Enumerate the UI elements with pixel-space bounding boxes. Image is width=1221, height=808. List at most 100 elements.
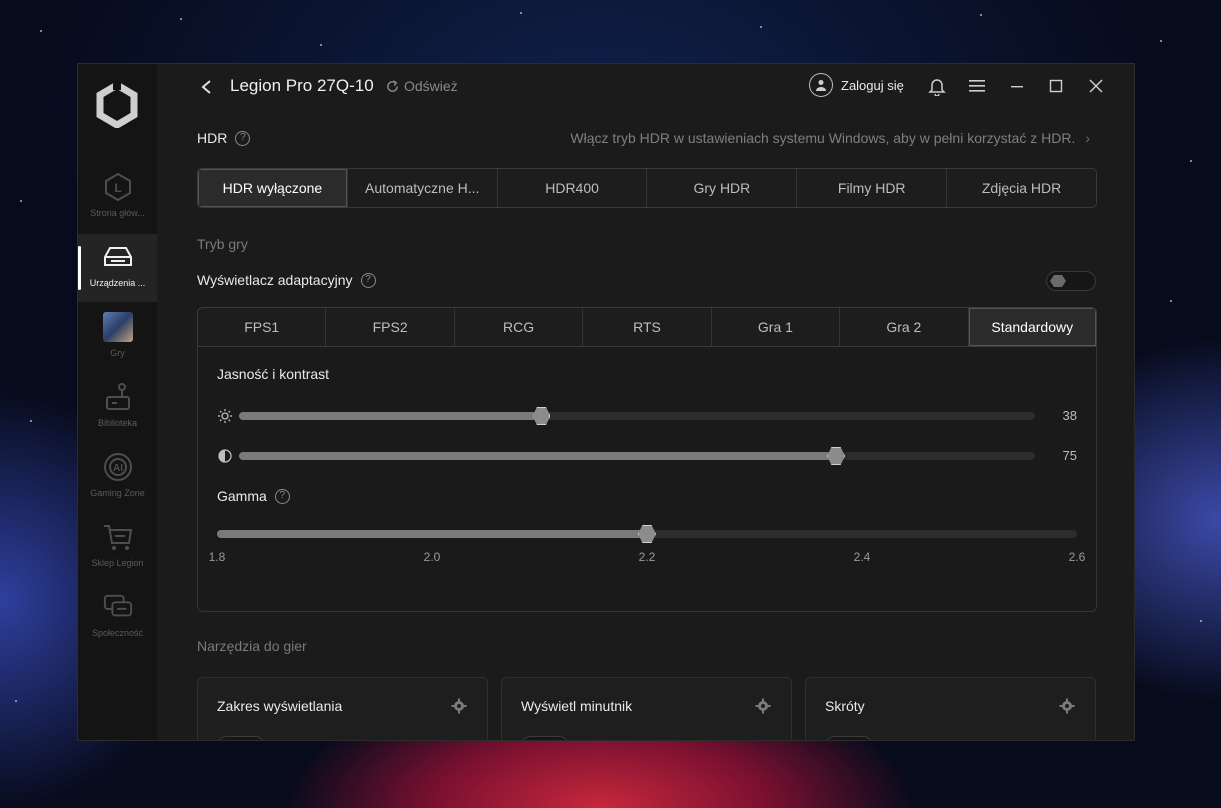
sidebar-item-label: Strona głów... [90, 208, 145, 218]
refresh-button[interactable]: Odśwież [385, 78, 458, 94]
help-icon[interactable]: ? [360, 272, 376, 288]
gamma-tick: 2.4 [853, 550, 871, 564]
contrast-thumb[interactable] [827, 447, 845, 465]
hdr-option-hdr400[interactable]: HDR400 [498, 169, 648, 207]
games-thumbnail [102, 312, 133, 342]
mode-game1[interactable]: Gra 1 [712, 308, 841, 346]
bell-icon [928, 79, 946, 96]
gamma-tick: 2.0 [423, 550, 441, 564]
gear-icon[interactable] [755, 698, 771, 714]
title-bar: Legion Pro 27Q-10 Odśwież Zaloguj się [157, 64, 1134, 110]
game-mode-section-label: Tryb gry [197, 236, 248, 252]
hdr-option-off[interactable]: HDR wyłączone [198, 169, 348, 207]
brightness-value: 38 [1062, 408, 1077, 423]
sidebar-item-label: Gry [110, 348, 125, 358]
brightness-contrast-title: Jasność i kontrast [217, 366, 330, 382]
device-icon [103, 242, 133, 272]
maximize-icon [1049, 79, 1063, 93]
tool-card-timer: Wyświetl minutnik [501, 677, 792, 740]
mode-standard[interactable]: Standardowy [968, 308, 1096, 346]
gear-icon[interactable] [1059, 698, 1075, 714]
joystick-icon [103, 382, 133, 412]
ai-icon: AI [103, 452, 133, 482]
minimize-button[interactable] [1006, 75, 1028, 97]
sidebar-item-label: Urządzenia ... [89, 278, 146, 288]
close-button[interactable] [1085, 75, 1107, 97]
sidebar-item-label: Sklep Legion [91, 558, 144, 568]
user-icon [809, 73, 833, 97]
hdr-note-text: Włącz tryb HDR w ustawieniach systemu Wi… [570, 130, 1076, 146]
menu-button[interactable] [966, 75, 988, 97]
brightness-slider[interactable] [239, 407, 1035, 425]
mode-fps1[interactable]: FPS1 [198, 308, 327, 346]
adaptive-display-row: Wyświetlacz adaptacyjny ? [197, 272, 376, 288]
adaptive-display-toggle[interactable] [1046, 271, 1096, 291]
back-button[interactable] [197, 77, 217, 97]
gamma-fill [217, 530, 647, 538]
hdr-option-photos[interactable]: Zdjęcia HDR [947, 169, 1096, 207]
tool-card-title: Zakres wyświetlania [217, 698, 343, 714]
main-content: Legion Pro 27Q-10 Odśwież Zaloguj się HD… [157, 64, 1134, 740]
tool-card-title: Wyświetl minutnik [521, 698, 633, 714]
hdr-option-games[interactable]: Gry HDR [647, 169, 798, 207]
maximize-button[interactable] [1045, 75, 1067, 97]
sidebar-item-label: Gaming Zone [90, 488, 145, 498]
app-window: L Strona głów... Urządzenia ... Gry Bibl… [77, 63, 1135, 741]
hdr-option-movies[interactable]: Filmy HDR [797, 169, 948, 207]
sidebar-item-home[interactable]: L Strona głów... [78, 164, 157, 232]
gear-icon[interactable] [451, 698, 467, 714]
hdr-label: HDR [197, 130, 228, 146]
contrast-slider[interactable] [239, 447, 1035, 465]
contrast-value: 75 [1062, 448, 1077, 463]
sun-icon [217, 408, 233, 424]
gamma-tick: 2.6 [1068, 550, 1086, 564]
hdr-option-auto[interactable]: Automatyczne H... [348, 169, 498, 207]
tool-card-title: Skróty [825, 698, 865, 714]
gamma-slider[interactable] [217, 525, 1077, 543]
contrast-icon [217, 448, 233, 464]
sidebar-item-community[interactable]: Społeczność [78, 584, 157, 652]
sidebar-item-label: Społeczność [91, 628, 144, 638]
svg-text:AI: AI [113, 463, 123, 474]
shortcuts-toggle[interactable] [825, 736, 873, 740]
home-l-icon: L [103, 172, 133, 202]
help-icon[interactable]: ? [274, 488, 290, 504]
chat-icon [103, 592, 133, 622]
mode-rcg[interactable]: RCG [455, 308, 584, 346]
brightness-thumb[interactable] [532, 407, 551, 425]
sidebar-item-label: Biblioteka [97, 418, 138, 428]
notifications-button[interactable] [926, 75, 948, 97]
sidebar-item-devices[interactable]: Urządzenia ... [78, 234, 157, 302]
sidebar-item-library[interactable]: Biblioteka [78, 374, 157, 442]
sidebar: L Strona głów... Urządzenia ... Gry Bibl… [78, 64, 157, 740]
svg-text:L: L [114, 181, 121, 195]
game-mode-selector: FPS1 FPS2 RCG RTS Gra 1 Gra 2 Standardow… [197, 307, 1097, 347]
contrast-fill [239, 452, 836, 460]
brightness-fill [239, 412, 542, 420]
brightness-slider-row: 38 [217, 406, 1077, 426]
gamma-thumb[interactable] [638, 525, 656, 543]
sidebar-item-shop[interactable]: Sklep Legion [78, 514, 157, 582]
toggle-knob [1050, 275, 1066, 287]
chevron-right-icon: › [1085, 130, 1090, 146]
close-icon [1089, 79, 1103, 93]
tool-card-display-range: Zakres wyświetlania [197, 677, 488, 740]
refresh-label: Odśwież [404, 78, 458, 94]
device-title: Legion Pro 27Q-10 [230, 76, 374, 95]
mode-game2[interactable]: Gra 2 [840, 308, 969, 346]
mode-rts[interactable]: RTS [583, 308, 712, 346]
hdr-heading: HDR ? [197, 130, 251, 146]
mode-fps2[interactable]: FPS2 [326, 308, 455, 346]
login-label: Zaloguj się [841, 77, 904, 93]
minimize-icon [1011, 86, 1023, 88]
timer-toggle[interactable] [521, 736, 569, 740]
login-button[interactable]: Zaloguj się [809, 73, 904, 97]
sidebar-item-games[interactable]: Gry [78, 304, 157, 372]
game-mode-panel: FPS1 FPS2 RCG RTS Gra 1 Gra 2 Standardow… [197, 307, 1097, 612]
legion-logo [96, 82, 138, 128]
help-icon[interactable]: ? [235, 130, 251, 146]
hdr-windows-note[interactable]: Włącz tryb HDR w ustawieniach systemu Wi… [570, 130, 1090, 146]
sidebar-item-gaming-zone[interactable]: AI Gaming Zone [78, 444, 157, 512]
display-range-toggle[interactable] [217, 736, 265, 740]
refresh-icon [387, 79, 398, 92]
